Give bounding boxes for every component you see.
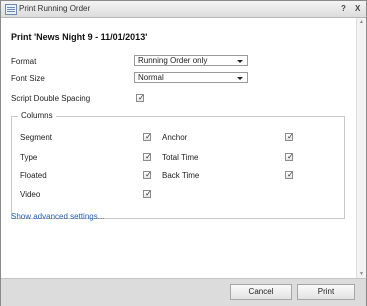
script-double-spacing-checkbox[interactable]: ✓ — [136, 93, 145, 102]
column-checkbox-type[interactable]: ✓ — [143, 152, 152, 161]
cancel-button[interactable]: Cancel — [230, 284, 292, 300]
page-title: Print 'News Night 9 - 11/01/2013' — [11, 32, 148, 42]
show-advanced-settings-link[interactable]: Show advanced settings... — [11, 212, 104, 221]
column-label-segment: Segment — [20, 133, 53, 142]
dialog-content: Print 'News Night 9 - 11/01/2013' Format… — [1, 18, 357, 278]
chevron-down-icon — [237, 77, 243, 80]
format-label: Format — [11, 57, 37, 66]
column-checkbox-segment[interactable]: ✓ — [143, 132, 152, 141]
column-label-anchor: Anchor — [162, 133, 188, 142]
help-button[interactable]: ? — [341, 4, 346, 13]
scroll-down-arrow-icon[interactable]: ▼ — [357, 270, 366, 278]
script-double-spacing-label: Script Double Spacing — [11, 94, 91, 103]
format-select-value: Running Order only — [138, 56, 208, 65]
checkmark-icon: ✓ — [145, 170, 152, 179]
font-size-label: Font Size — [11, 74, 45, 83]
dialog-window-icon — [5, 4, 17, 15]
print-running-order-dialog: Print Running Order ? X Print 'News Nigh… — [0, 0, 367, 306]
checkmark-icon: ✓ — [145, 189, 152, 198]
dialog-title: Print Running Order — [19, 4, 91, 13]
column-label-back-time: Back Time — [162, 171, 200, 180]
close-button[interactable]: X — [355, 4, 360, 13]
column-checkbox-total-time[interactable]: ✓ — [285, 152, 294, 161]
font-size-select[interactable]: Normal — [134, 72, 248, 83]
column-label-floated: Floated — [20, 171, 47, 180]
scroll-up-arrow-icon[interactable]: ▲ — [357, 18, 366, 26]
print-button[interactable]: Print — [297, 284, 355, 300]
columns-group: Columns Segment ✓ Anchor ✓ Type ✓ Total … — [11, 111, 345, 219]
vertical-scrollbar[interactable]: ▲ ▼ — [356, 18, 366, 278]
dialog-footer: Cancel Print — [1, 278, 366, 306]
checkmark-icon: ✓ — [145, 132, 152, 141]
column-checkbox-anchor[interactable]: ✓ — [285, 132, 294, 141]
checkmark-icon: ✓ — [287, 152, 294, 161]
checkmark-icon: ✓ — [287, 170, 294, 179]
chevron-down-icon — [237, 60, 243, 63]
columns-legend: Columns — [18, 111, 56, 120]
checkmark-icon: ✓ — [287, 132, 294, 141]
checkmark-icon: ✓ — [145, 152, 152, 161]
dialog-titlebar: Print Running Order ? X — [1, 1, 366, 18]
format-select[interactable]: Running Order only — [134, 55, 248, 66]
checkmark-icon: ✓ — [138, 93, 145, 102]
column-checkbox-back-time[interactable]: ✓ — [285, 170, 294, 179]
column-checkbox-floated[interactable]: ✓ — [143, 170, 152, 179]
font-size-select-value: Normal — [138, 73, 164, 82]
column-label-video: Video — [20, 190, 41, 199]
column-checkbox-video[interactable]: ✓ — [143, 189, 152, 198]
column-label-total-time: Total Time — [162, 153, 199, 162]
column-label-type: Type — [20, 153, 38, 162]
